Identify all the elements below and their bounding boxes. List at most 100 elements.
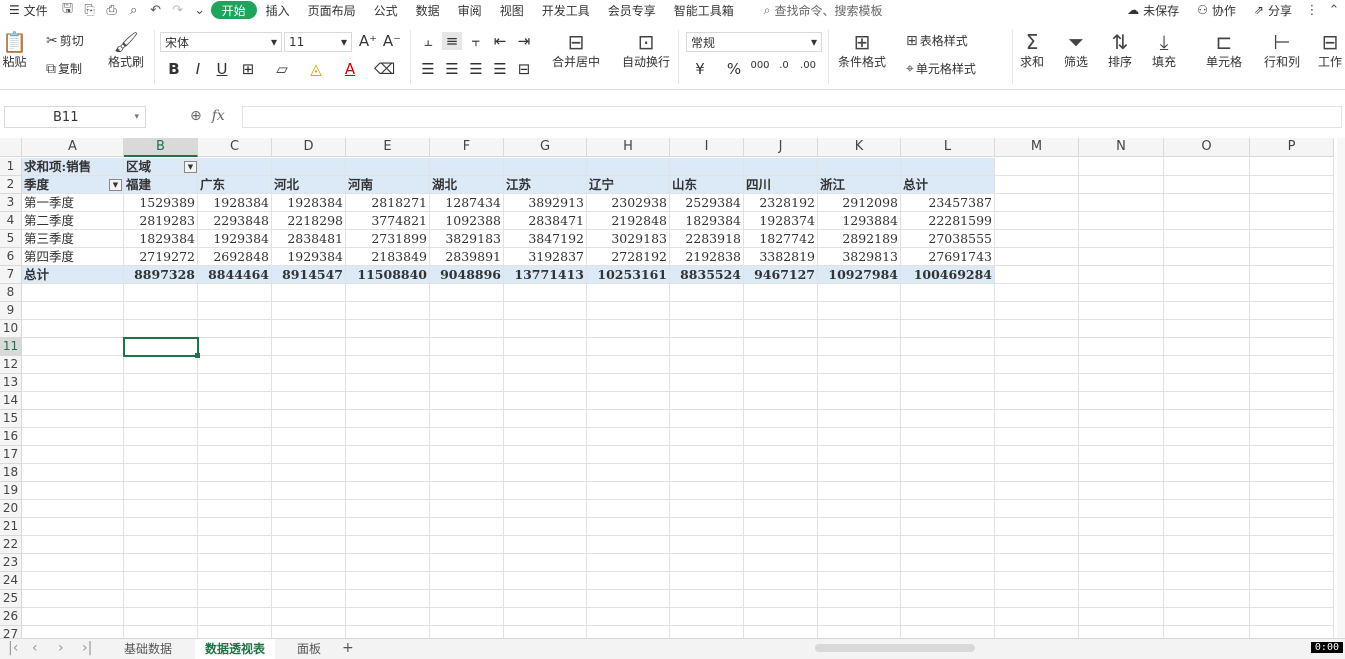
column-header-E[interactable]: E (346, 138, 430, 157)
add-sheet-icon[interactable]: + (342, 640, 354, 656)
first-sheet-icon[interactable]: |‹ (8, 640, 18, 656)
cell-C12[interactable] (198, 356, 272, 374)
cell-B12[interactable] (124, 356, 198, 374)
cell-O21[interactable] (1164, 518, 1250, 536)
cell-O27[interactable] (1164, 626, 1250, 638)
collaborate-button[interactable]: ⚇ 协作 (1188, 0, 1245, 20)
cell-I22[interactable] (670, 536, 744, 554)
cell-B19[interactable] (124, 482, 198, 500)
sheet-tab-base-data[interactable]: 基础数据 (114, 639, 182, 659)
cell-I7[interactable]: 8835524 (670, 266, 744, 284)
row-header-18[interactable]: 18 (0, 464, 22, 482)
cell-H9[interactable] (587, 302, 670, 320)
cell-F21[interactable] (430, 518, 504, 536)
cell-F13[interactable] (430, 374, 504, 392)
row-header-15[interactable]: 15 (0, 410, 22, 428)
cell-A20[interactable] (22, 500, 124, 518)
next-sheet-icon[interactable]: › (58, 640, 64, 656)
cell-H22[interactable] (587, 536, 670, 554)
cell-H23[interactable] (587, 554, 670, 572)
cell-L15[interactable] (901, 410, 995, 428)
font-name-select[interactable]: 宋体 ▾ (160, 32, 282, 52)
cell-D26[interactable] (272, 608, 346, 626)
cell-O11[interactable] (1164, 338, 1250, 356)
cell-F6[interactable]: 2839891 (430, 248, 504, 266)
cell-M16[interactable] (995, 428, 1079, 446)
cell-M3[interactable] (995, 194, 1079, 212)
cell-A11[interactable] (22, 338, 124, 356)
filter-button[interactable]: ⏷ 筛选 (1064, 30, 1088, 70)
cell-G13[interactable] (504, 374, 587, 392)
cell-F20[interactable] (430, 500, 504, 518)
cell-K10[interactable] (818, 320, 901, 338)
cell-P17[interactable] (1250, 446, 1334, 464)
row-header-13[interactable]: 13 (0, 374, 22, 392)
align-right-icon[interactable]: ☰ (466, 60, 486, 78)
cell-J23[interactable] (744, 554, 818, 572)
cell-I23[interactable] (670, 554, 744, 572)
cell-L6[interactable]: 27691743 (901, 248, 995, 266)
cell-H11[interactable] (587, 338, 670, 356)
outdent-icon[interactable]: ⇤ (490, 32, 510, 50)
row-header-23[interactable]: 23 (0, 554, 22, 572)
cell-P6[interactable] (1250, 248, 1334, 266)
cell-G25[interactable] (504, 590, 587, 608)
cell-G3[interactable]: 3892913 (504, 194, 587, 212)
cell-M13[interactable] (995, 374, 1079, 392)
row-header-6[interactable]: 6 (0, 248, 22, 266)
cell-K26[interactable] (818, 608, 901, 626)
cell-P13[interactable] (1250, 374, 1334, 392)
cell-P9[interactable] (1250, 302, 1334, 320)
cell-C14[interactable] (198, 392, 272, 410)
row-header-22[interactable]: 22 (0, 536, 22, 554)
cell-O17[interactable] (1164, 446, 1250, 464)
cell-P21[interactable] (1250, 518, 1334, 536)
cell-P24[interactable] (1250, 572, 1334, 590)
distribute-icon[interactable]: ⊟ (514, 60, 534, 78)
cell-O6[interactable] (1164, 248, 1250, 266)
cell-D21[interactable] (272, 518, 346, 536)
row-header-8[interactable]: 8 (0, 284, 22, 302)
paste-button[interactable]: 📋 粘贴 (2, 30, 27, 70)
cell-E27[interactable] (346, 626, 430, 638)
fill-button[interactable]: ⤓ 填充 (1152, 30, 1176, 70)
cell-K17[interactable] (818, 446, 901, 464)
cell-H3[interactable]: 2302938 (587, 194, 670, 212)
cell-E20[interactable] (346, 500, 430, 518)
cell-D25[interactable] (272, 590, 346, 608)
row-header-7[interactable]: 7 (0, 266, 22, 284)
cell-O3[interactable] (1164, 194, 1250, 212)
cell-E19[interactable] (346, 482, 430, 500)
row-header-4[interactable]: 4 (0, 212, 22, 230)
cell-C13[interactable] (198, 374, 272, 392)
cell-F5[interactable]: 3829183 (430, 230, 504, 248)
cell-J6[interactable]: 3382819 (744, 248, 818, 266)
cell-J12[interactable] (744, 356, 818, 374)
cell-K7[interactable]: 10927984 (818, 266, 901, 284)
cell-N16[interactable] (1079, 428, 1164, 446)
column-header-F[interactable]: F (430, 138, 504, 157)
cell-F18[interactable] (430, 464, 504, 482)
cell-O15[interactable] (1164, 410, 1250, 428)
row-header-11[interactable]: 11 (0, 338, 22, 356)
cell-E25[interactable] (346, 590, 430, 608)
cell-O4[interactable] (1164, 212, 1250, 230)
cell-A24[interactable] (22, 572, 124, 590)
print-icon[interactable]: ⎙ (101, 0, 123, 20)
cell-E4[interactable]: 3774821 (346, 212, 430, 230)
cell-K3[interactable]: 2912098 (818, 194, 901, 212)
cell-N4[interactable] (1079, 212, 1164, 230)
cell-B9[interactable] (124, 302, 198, 320)
cell-K12[interactable] (818, 356, 901, 374)
cell-E1[interactable] (346, 158, 430, 176)
fx-icon[interactable]: fx (212, 108, 225, 124)
cell-M10[interactable] (995, 320, 1079, 338)
sort-button[interactable]: ⇅ 排序 (1108, 30, 1132, 70)
cell-H5[interactable]: 3029183 (587, 230, 670, 248)
cell-C4[interactable]: 2293848 (198, 212, 272, 230)
zoom-icon[interactable]: ⊕ (190, 108, 202, 124)
cell-I25[interactable] (670, 590, 744, 608)
format-painter-button[interactable]: 🖌 格式刷 (108, 30, 144, 70)
cell-K2[interactable]: 浙江 (818, 176, 901, 194)
cell-H6[interactable]: 2728192 (587, 248, 670, 266)
